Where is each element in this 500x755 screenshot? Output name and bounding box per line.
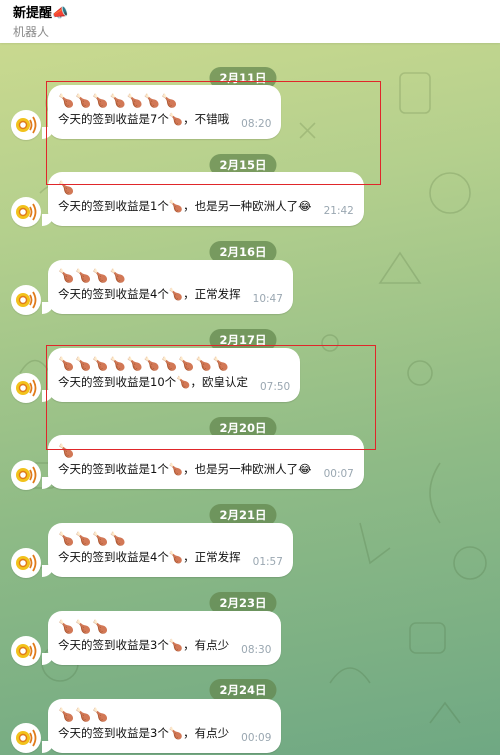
chat-header[interactable]: 新提醒📣 机器人 [0,0,500,43]
drumstick-emoji-row: 🍗🍗🍗🍗🍗🍗🍗 [58,94,179,109]
radar-signal-icon [16,379,37,397]
chat-message-list[interactable]: 2月11日 🍗🍗🍗🍗🍗🍗🍗 今天的签到收益是7个🍗，不错哦 08:20 2月15日 🍗 今天… [0,43,500,755]
radar-signal-icon [16,729,37,747]
bot-avatar[interactable] [11,460,41,490]
message-bubble[interactable]: 🍗🍗🍗 今天的签到收益是3个🍗，有点少 08:30 [41,611,282,665]
message-text: 今天的签到收益是3个🍗，有点少 [58,638,230,652]
bot-avatar[interactable] [11,110,41,140]
message-bubble[interactable]: 🍗🍗🍗🍗 今天的签到收益是4个🍗，正常发挥 01:57 [42,523,293,577]
radar-signal-icon [16,203,37,221]
drumstick-emoji-row: 🍗 [58,444,76,459]
drumstick-emoji-row: 🍗🍗🍗🍗 [58,269,127,284]
bot-avatar[interactable] [11,285,41,315]
message-time: 08:30 [241,644,272,656]
chat-subtitle: 机器人 [13,25,50,39]
drumstick-emoji-row: 🍗🍗🍗🍗🍗🍗🍗🍗🍗🍗 [58,357,230,372]
message-text: 今天的签到收益是4个🍗，正常发挥 [58,287,241,301]
message-text: 今天的签到收益是3个🍗，有点少 [58,726,230,740]
message-bubble[interactable]: 🍗🍗🍗🍗 今天的签到收益是4个🍗，正常发挥 10:47 [42,260,293,314]
date-separator: 2月24日 [209,679,277,701]
message-bubble[interactable]: 🍗🍗🍗 今天的签到收益是3个🍗，有点少 00:09 [41,699,282,753]
message-time: 01:57 [252,556,283,568]
message-time: 07:50 [259,381,291,393]
drumstick-emoji-row: 🍗🍗🍗 [58,708,110,723]
bot-avatar[interactable] [11,636,41,666]
bot-avatar[interactable] [11,197,41,227]
message-bubble[interactable]: 🍗🍗🍗🍗🍗🍗🍗 今天的签到收益是7个🍗，不错哦 08:20 [41,85,282,139]
message-bubble[interactable]: 🍗 今天的签到收益是1个🍗，也是另一种欧洲人了😂 00:07 [42,435,364,489]
message-text: 今天的签到收益是4个🍗，正常发挥 [58,550,241,564]
message-time: 00:07 [323,468,354,480]
message-text: 今天的签到收益是1个🍗，也是另一种欧洲人了😂 [58,199,312,213]
message-time: 08:20 [241,118,272,130]
bot-avatar[interactable] [11,548,41,578]
message-bubble[interactable]: 🍗🍗🍗🍗🍗🍗🍗🍗🍗🍗 今天的签到收益是10个🍗，欧皇认定 07:50 [41,348,301,402]
message-text: 今天的签到收益是1个🍗，也是另一种欧洲人了😂 [58,462,312,476]
bot-avatar[interactable] [11,373,41,403]
radar-signal-icon [16,116,37,134]
radar-signal-icon [16,642,37,660]
message-time: 10:47 [252,293,283,305]
message-text: 今天的签到收益是7个🍗，不错哦 [58,112,230,126]
drumstick-emoji-row: 🍗🍗🍗🍗 [58,532,127,547]
radar-signal-icon [16,291,37,309]
message-time: 21:42 [323,205,354,217]
bot-avatar[interactable] [11,723,41,753]
message-bubble[interactable]: 🍗 今天的签到收益是1个🍗，也是另一种欧洲人了😂 21:42 [42,172,364,226]
message-time: 00:09 [241,732,272,744]
chat-title: 新提醒📣 [13,6,69,21]
drumstick-emoji-row: 🍗 [58,181,76,196]
message-text: 今天的签到收益是10个🍗，欧皇认定 [58,375,248,389]
drumstick-emoji-row: 🍗🍗🍗 [58,620,110,635]
radar-signal-icon [16,466,37,484]
radar-signal-icon [16,554,37,572]
